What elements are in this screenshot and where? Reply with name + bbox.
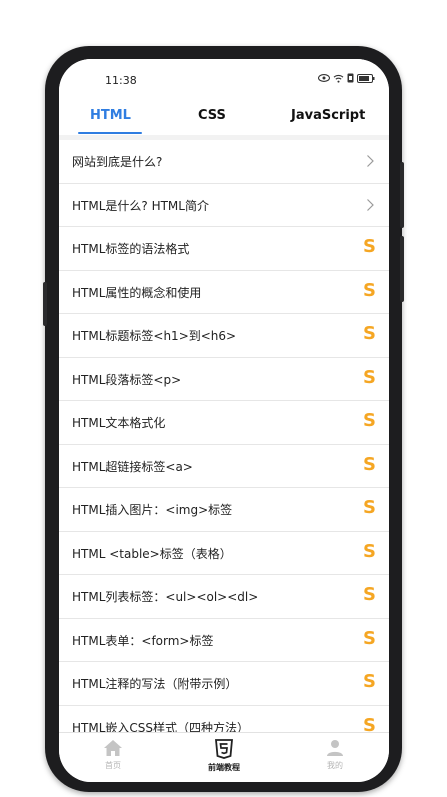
eye-icon [318,74,330,82]
user-icon [327,740,343,756]
s-badge-icon: S [363,497,376,518]
status-time: 11:38 [105,74,137,87]
list-item[interactable]: HTML超链接标签<a> S [59,444,389,488]
bottom-navigation: 首页 前端教程 我的 [59,732,389,782]
list-item[interactable]: HTML文本格式化 S [59,401,389,445]
list-item-label: HTML插入图片：<img>标签 [72,503,233,517]
list-item-label: 网站到底是什么? [72,155,163,169]
s-badge-icon: S [363,671,376,692]
tab-css[interactable]: CSS [198,108,226,123]
chevron-right-icon [367,155,374,167]
category-tabs: HTML CSS JavaScript [59,99,389,135]
s-badge-icon: S [363,410,376,431]
phone-side-button [43,282,47,326]
chevron-right-icon [367,198,374,211]
s-badge-icon: S [363,584,376,605]
s-badge-icon: S [363,627,376,649]
list-item[interactable]: HTML标签的语法格式 S [59,227,389,271]
list-item-label: HTML标签的语法格式 [72,242,190,256]
list-item[interactable]: HTML <table>标签（表格） S [59,531,389,575]
list-item-label: HTML列表标签：<ul><ol><dl> [72,590,259,604]
s-badge-icon: S [363,279,376,301]
list-item-label: HTML超链接标签<a> [72,459,193,474]
status-bar: 11:38 [59,59,389,99]
list-item-label: HTML段落标签<p> [72,372,182,387]
tab-javascript[interactable]: JavaScript [291,108,365,123]
phone-volume-up-button [400,162,404,228]
list-item[interactable]: HTML列表标签：<ul><ol><dl> S [59,575,389,619]
nav-tutorials-label: 前端教程 [208,763,240,772]
list-item-label: HTML标题标签<h1>到<h6> [72,329,237,343]
list-item[interactable]: HTML段落标签<p> S [59,357,389,401]
home-icon [104,740,122,756]
phone-volume-down-button [400,236,404,302]
list-item-label: HTML文本格式化 [72,416,166,430]
list-item[interactable]: 网站到底是什么? [59,140,389,184]
list-item[interactable]: HTML属性的概念和使用 S [59,270,389,314]
active-tab-indicator [78,132,142,134]
list-item-label: HTML是什么? HTML简介 [72,198,209,213]
sim-icon [347,73,354,83]
s-badge-icon: S [363,453,376,475]
wifi-icon [333,74,344,83]
status-icons [318,73,375,83]
list-item-label: HTML <table>标签（表格） [72,546,232,561]
list-item[interactable]: HTML表单：<form>标签 S [59,618,389,662]
list-item[interactable]: HTML注释的写法（附带示例） S [59,662,389,706]
battery-icon [357,73,375,83]
app-screen: 11:38 HTML CSS JavaScript 网站到底是什么? HTML是… [59,59,389,782]
list-item[interactable]: HTML是什么? HTML简介 [59,183,389,227]
nav-tutorials[interactable]: 前端教程 [184,739,264,773]
s-badge-icon: S [363,236,376,257]
list-item-label: HTML表单：<form>标签 [72,633,214,648]
s-badge-icon: S [363,366,376,388]
nav-home-label: 首页 [105,761,121,770]
s-badge-icon: S [363,323,376,344]
tutorial-list: 网站到底是什么? HTML是什么? HTML简介 HTML标签的语法格式 S H… [59,140,389,749]
list-item-label: HTML属性的概念和使用 [72,285,202,300]
html5-icon [215,739,233,759]
s-badge-icon: S [363,540,376,562]
list-item[interactable]: HTML插入图片：<img>标签 S [59,488,389,532]
list-item-label: HTML注释的写法（附带示例） [72,677,238,691]
nav-home[interactable]: 首页 [73,739,153,771]
list-item[interactable]: HTML标题标签<h1>到<h6> S [59,314,389,358]
nav-profile[interactable]: 我的 [295,739,375,771]
tab-html[interactable]: HTML [90,108,131,123]
nav-profile-label: 我的 [327,761,343,770]
